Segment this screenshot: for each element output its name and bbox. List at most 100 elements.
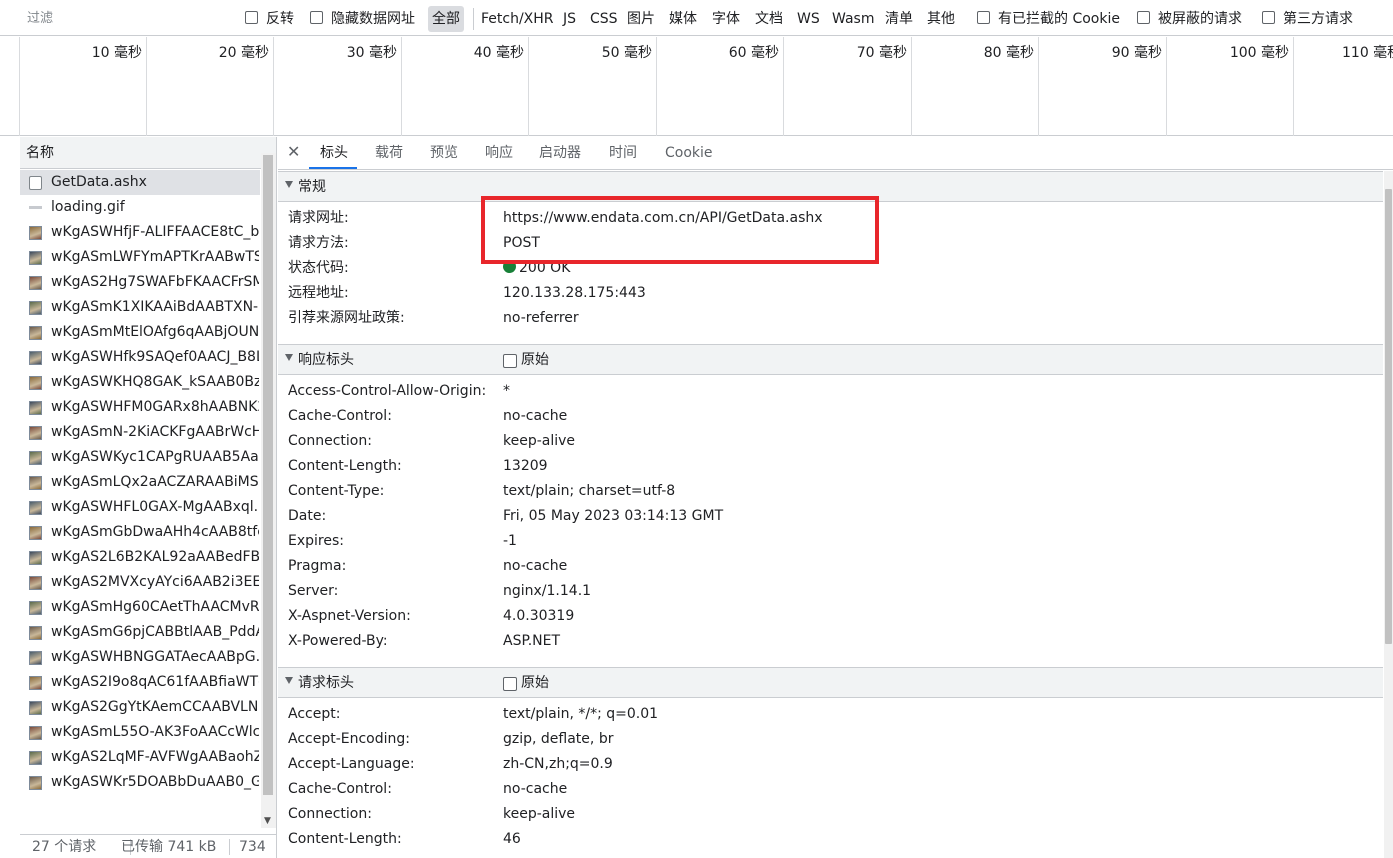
type-filter-media[interactable]: 媒体 <box>669 10 697 28</box>
type-filter-fetch-xhr[interactable]: Fetch/XHR <box>481 10 554 28</box>
timeline-overview[interactable]: 10 毫秒 20 毫秒 30 毫秒 40 毫秒 50 毫秒 60 毫秒 70 毫… <box>0 37 1393 136</box>
blocked-cookies-checkbox[interactable] <box>977 11 990 24</box>
active-tab-indicator <box>309 167 357 169</box>
header-value[interactable]: no-referrer <box>503 309 579 327</box>
request-row[interactable]: wKgASWKyc1CAPgRUAAB5Aao <box>20 445 260 470</box>
type-filter-other[interactable]: 其他 <box>927 10 955 28</box>
type-filter-font[interactable]: 字体 <box>712 10 740 28</box>
request-row[interactable]: wKgAS2Hg7SWAFbFKAACFrSM <box>20 270 260 295</box>
request-row[interactable]: wKgAS2I9o8qAC61fAABfiaWTd. <box>20 670 260 695</box>
header-value[interactable]: ASP.NET <box>503 632 560 650</box>
tab-response[interactable]: 响应 <box>485 144 513 162</box>
request-row[interactable]: wKgASWHfk9SAQef0AACJ_B8L. <box>20 345 260 370</box>
type-filter-wasm[interactable]: Wasm <box>832 10 874 28</box>
request-list-scroll-thumb[interactable] <box>263 155 273 795</box>
name-column-header[interactable]: 名称 <box>20 137 276 169</box>
request-row[interactable]: wKgAS2LqMF-AVFWgAABaohZ. <box>20 745 260 770</box>
header-value[interactable]: 46 <box>503 830 521 848</box>
request-row[interactable]: wKgASmHg60CAetThAACMvR.. <box>20 595 260 620</box>
header-value[interactable]: keep-alive <box>503 432 575 450</box>
request-row[interactable]: wKgASmN-2KiACKFgAABrWcH. <box>20 420 260 445</box>
tab-preview[interactable]: 预览 <box>430 144 458 162</box>
request-row[interactable]: wKgASmMtElOAfg6qAABjOUN. <box>20 320 260 345</box>
image-icon <box>29 226 42 240</box>
image-icon <box>29 401 42 415</box>
header-value[interactable]: text/plain, */*; q=0.01 <box>503 705 658 723</box>
request-row[interactable]: wKgASWKr5DOABbDuAAB0_G.. <box>20 770 260 795</box>
header-value[interactable]: zh-CN,zh;q=0.9 <box>503 755 613 773</box>
caret-down-icon[interactable] <box>285 354 293 361</box>
scroll-down-arrow-icon[interactable]: ▼ <box>264 816 271 826</box>
request-row[interactable]: wKgASWKHQ8GAK_kSAAB0Bz.. <box>20 370 260 395</box>
headers-sections: 常规 请求网址: https://www.endata.com.cn/API/Ge… <box>278 171 1383 858</box>
type-filter-css[interactable]: CSS <box>590 10 618 28</box>
tab-timing[interactable]: 时间 <box>609 144 637 162</box>
header-value[interactable]: 200 OK <box>503 259 570 277</box>
hide-data-urls-checkbox[interactable] <box>310 11 323 24</box>
header-value[interactable]: no-cache <box>503 557 567 575</box>
request-row[interactable]: wKgASmK1XIKAAiBdAABTXN-5 <box>20 295 260 320</box>
header-value[interactable]: keep-alive <box>503 805 575 823</box>
request-row[interactable]: wKgASmLQx2aACZARAABiMS.. <box>20 470 260 495</box>
tab-payload[interactable]: 载荷 <box>375 144 403 162</box>
request-row[interactable]: wKgASmL55O-AK3FoAACcWlc.. <box>20 720 260 745</box>
request-row[interactable]: wKgAS2GgYtKAemCCAABVLN.. <box>20 695 260 720</box>
request-row[interactable]: wKgAS2MVXcyAYci6AAB2i3EEn. <box>20 570 260 595</box>
request-row[interactable]: wKgASmLWFYmAPTKrAABwTSv <box>20 245 260 270</box>
request-row[interactable]: wKgASWHFL0GAX-MgAABxql.. <box>20 495 260 520</box>
header-key: Accept-Encoding: <box>288 731 411 747</box>
header-key: Content-Type: <box>288 483 385 499</box>
request-row[interactable]: wKgASWHBNGGATAecAABpG.. <box>20 645 260 670</box>
header-key: Connection: <box>288 433 372 449</box>
response-raw-checkbox[interactable] <box>503 354 517 368</box>
general-section-header[interactable]: 常规 <box>278 171 1383 202</box>
header-value[interactable]: text/plain; charset=utf-8 <box>503 482 675 500</box>
tab-initiator[interactable]: 启动器 <box>539 144 581 162</box>
caret-down-icon[interactable] <box>285 677 293 684</box>
request-row[interactable]: loading.gif <box>20 195 260 220</box>
header-value[interactable]: * <box>503 382 510 400</box>
header-value[interactable]: 120.133.28.175:443 <box>503 284 646 302</box>
request-row-name: wKgASmLQx2aACZARAABiMS.. <box>51 474 259 490</box>
header-value[interactable]: Fri, 05 May 2023 03:14:13 GMT <box>503 507 723 525</box>
resources-size: 734 <box>239 839 266 855</box>
request-row[interactable]: wKgASmGbDwaAHh4cAAB8tfe. <box>20 520 260 545</box>
request-row-name: wKgASWHfk9SAQef0AACJ_B8L. <box>51 349 259 365</box>
type-filter-all[interactable]: 全部 <box>428 6 464 32</box>
image-icon <box>29 451 42 465</box>
header-key: 请求网址: <box>288 210 349 226</box>
request-headers-section-header[interactable]: 请求标头 原始 <box>278 667 1383 698</box>
request-row[interactable]: wKgASWHFM0GARx8hAABNK2 <box>20 395 260 420</box>
header-value[interactable]: https://www.endata.com.cn/API/GetData.as… <box>503 209 823 227</box>
type-filter-js[interactable]: JS <box>563 10 576 28</box>
image-icon <box>29 501 42 515</box>
close-icon[interactable]: ✕ <box>287 141 300 163</box>
type-filter-ws[interactable]: WS <box>797 10 820 28</box>
request-raw-checkbox[interactable] <box>503 677 517 691</box>
detail-scroll-thumb[interactable] <box>1385 189 1392 644</box>
filter-input[interactable] <box>21 6 229 30</box>
header-value[interactable]: no-cache <box>503 780 567 798</box>
tab-cookies[interactable]: Cookie <box>665 144 713 162</box>
third-party-checkbox[interactable] <box>1262 11 1275 24</box>
header-value[interactable]: gzip, deflate, br <box>503 730 613 748</box>
header-value[interactable]: nginx/1.14.1 <box>503 582 591 600</box>
header-value[interactable]: no-cache <box>503 407 567 425</box>
request-row[interactable]: wKgASWHfjF-ALIFFAACE8tC_bn <box>20 220 260 245</box>
header-value[interactable]: 13209 <box>503 457 548 475</box>
type-filter-doc[interactable]: 文档 <box>755 10 783 28</box>
invert-checkbox[interactable] <box>245 11 258 24</box>
request-row[interactable]: GetData.ashx <box>20 170 260 195</box>
header-value[interactable]: POST <box>503 234 540 252</box>
type-filter-img[interactable]: 图片 <box>627 10 655 28</box>
type-filter-manifest[interactable]: 清单 <box>885 10 913 28</box>
caret-down-icon[interactable] <box>285 181 293 188</box>
response-headers-section-header[interactable]: 响应标头 原始 <box>278 344 1383 375</box>
blocked-requests-checkbox[interactable] <box>1137 11 1150 24</box>
request-row-name: wKgASmK1XIKAAiBdAABTXN-5 <box>51 299 259 315</box>
tab-headers[interactable]: 标头 <box>320 144 348 162</box>
request-row[interactable]: wKgASmG6pjCABBtlAAB_PddA. <box>20 620 260 645</box>
header-value[interactable]: -1 <box>503 532 517 550</box>
request-row[interactable]: wKgAS2L6B2KAL92aAABedFBA. <box>20 545 260 570</box>
header-value[interactable]: 4.0.30319 <box>503 607 574 625</box>
